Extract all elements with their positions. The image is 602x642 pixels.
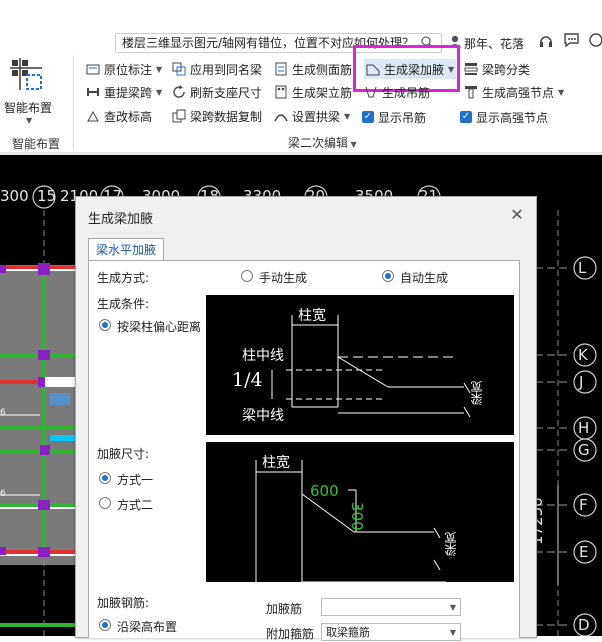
haunch-length-dimension: 600 [310,482,339,500]
beam-label: 6 [0,408,6,418]
radio-icon [99,497,111,509]
beam-width-label: 梁宽 [470,381,484,405]
elevation-icon [87,110,99,122]
generate-haunch-dialog: 生成梁加腋 ✕ 梁水平加腋 生成方式: 手动生成 自动生成 生成条件: 按梁柱偏… [75,196,537,641]
reextract-span-button[interactable]: 重提梁跨 ▼ [86,82,162,102]
show-hanger-rebar-checkbox[interactable]: ✓ 显示吊筋 [362,107,426,127]
refresh-support-size-button[interactable]: 刷新支座尺寸 [172,82,262,102]
generate-beam-haunch-button[interactable]: 生成梁加腋 ▼ [364,59,457,79]
close-icon[interactable]: ✕ [508,206,526,224]
classify-icon [464,63,478,75]
generate-high-strength-node-button[interactable]: 生成高强节点 ▼ [464,82,564,102]
chevron-down-icon: ▼ [348,140,357,149]
group-label-smart-layout: 智能布置 [12,137,61,151]
generate-hanger-rebar-button[interactable]: 生成吊筋 [364,82,430,102]
smart-layout-icon[interactable] [10,58,44,95]
span-icon [87,88,99,96]
chevron-down-icon: ▼ [449,603,456,612]
chevron-down-icon: ▼ [558,87,565,97]
ratio-label: 1/4 [232,369,263,391]
annotate-icon [86,64,100,75]
chevron-down-icon: ▼ [344,111,351,121]
chevron-down-icon: ▼ [449,628,456,637]
in-place-annotation-button[interactable]: 原位标注 ▼ [86,59,162,79]
condition-label: 生成条件: [97,297,150,311]
checkbox-checked-icon: ✓ [362,111,374,123]
rebar-label: 加腋钢筋: [97,596,150,610]
axis-dimension: 300 [0,187,29,205]
ribbon: 楼层三维显示图元/轴网有错位，位置不对应如何处理？ 那年、花落 智能布置 ▼ 智… [0,0,602,155]
generate-erect-rebar-button[interactable]: 生成架立筋 [274,82,352,102]
method-label: 生成方式: [97,271,150,285]
axis-label-K: K [578,346,588,364]
stirrup-label: 附加箍筋 [266,627,315,641]
stirrup-select[interactable]: 取梁箍筋 ▼ [321,623,461,641]
dialog-title: 生成梁加腋 [88,212,154,227]
axis-label-J: J [579,373,584,391]
apply-icon [172,62,186,76]
arch-beam-icon [274,114,288,122]
size-label: 加腋尺寸: [97,447,150,461]
column-width-label: 柱宽 [262,455,290,471]
copy-span-data-button[interactable]: 梁跨数据复制 [172,106,262,126]
hanger-icon [365,86,377,98]
checkbox-checked-icon: ✓ [460,111,472,123]
haunch-condition-diagram: 柱宽 柱中线 1/4 梁中线 梁宽 [206,295,514,435]
haunch-rebar-select[interactable]: ▼ [321,598,461,616]
beam-label: 6 [0,489,6,499]
chevron-down-icon[interactable]: ▼ [26,116,32,125]
show-high-strength-node-checkbox[interactable]: ✓ 显示高强节点 [460,107,548,127]
top-bar: 楼层三维显示图元/轴网有错位，位置不对应如何处理？ 那年、花落 [0,0,602,53]
chat-icon[interactable] [563,32,580,51]
axis-label-G: G [578,441,590,459]
group-divider [73,55,74,150]
chevron-down-icon: ▼ [156,64,163,74]
generate-side-rebar-button[interactable]: 生成侧面筋 [274,59,352,79]
radio-selected-icon [382,270,394,282]
check-elevation-button[interactable]: 查改标高 [86,106,152,126]
beam-width-label: 梁宽 [444,532,458,556]
column-centerline-label: 柱中线 [242,348,284,364]
haunch-icon [366,64,380,76]
chevron-down-icon: ▼ [156,87,163,97]
node-icon [465,86,477,99]
user-name[interactable]: 那年、花落 [464,35,524,52]
radio-selected-icon [99,319,111,331]
radio-icon [241,270,253,282]
axis-number: 15 [37,187,57,205]
beam-centerline-label: 梁中线 [242,408,284,424]
haunch-size-diagram: 柱宽 600 300 梁宽 [206,442,514,582]
column-width-label: 柱宽 [298,308,326,324]
erect-rebar-icon [275,85,287,99]
axis-label-L: L [578,259,587,277]
set-arch-beam-button[interactable]: 设置拱梁 ▼ [274,106,350,126]
apply-same-name-beam-button[interactable]: 应用到同名梁 [172,59,262,79]
tab-horizontal-haunch[interactable]: 梁水平加腋 [88,238,165,261]
group-label-beam-edit[interactable]: 梁二次编辑 ▼ [288,134,357,151]
chevron-down-icon: ▼ [448,64,455,74]
axis-label-H: H [578,419,590,437]
axis-label-F: F [579,496,588,514]
span-classify-button[interactable]: 梁跨分类 [464,59,530,79]
headset-icon[interactable] [538,33,554,52]
side-rebar-icon [275,62,287,76]
axis-label-E: E [579,543,589,561]
axis-label-D: D [578,616,590,634]
info-icon[interactable] [588,32,602,51]
refresh-icon [173,85,185,98]
haunch-rebar-label: 加腋筋 [266,602,303,616]
radio-selected-icon [99,472,111,484]
copy-icon [172,109,186,123]
haunch-width-dimension: 300 [348,502,366,531]
tab-panel: 生成方式: 手动生成 自动生成 生成条件: 按梁柱偏心距离 柱宽 柱中线 1/4… [88,260,520,641]
radio-selected-icon [99,619,111,631]
smart-layout-button[interactable]: 智能布置 [4,99,52,116]
